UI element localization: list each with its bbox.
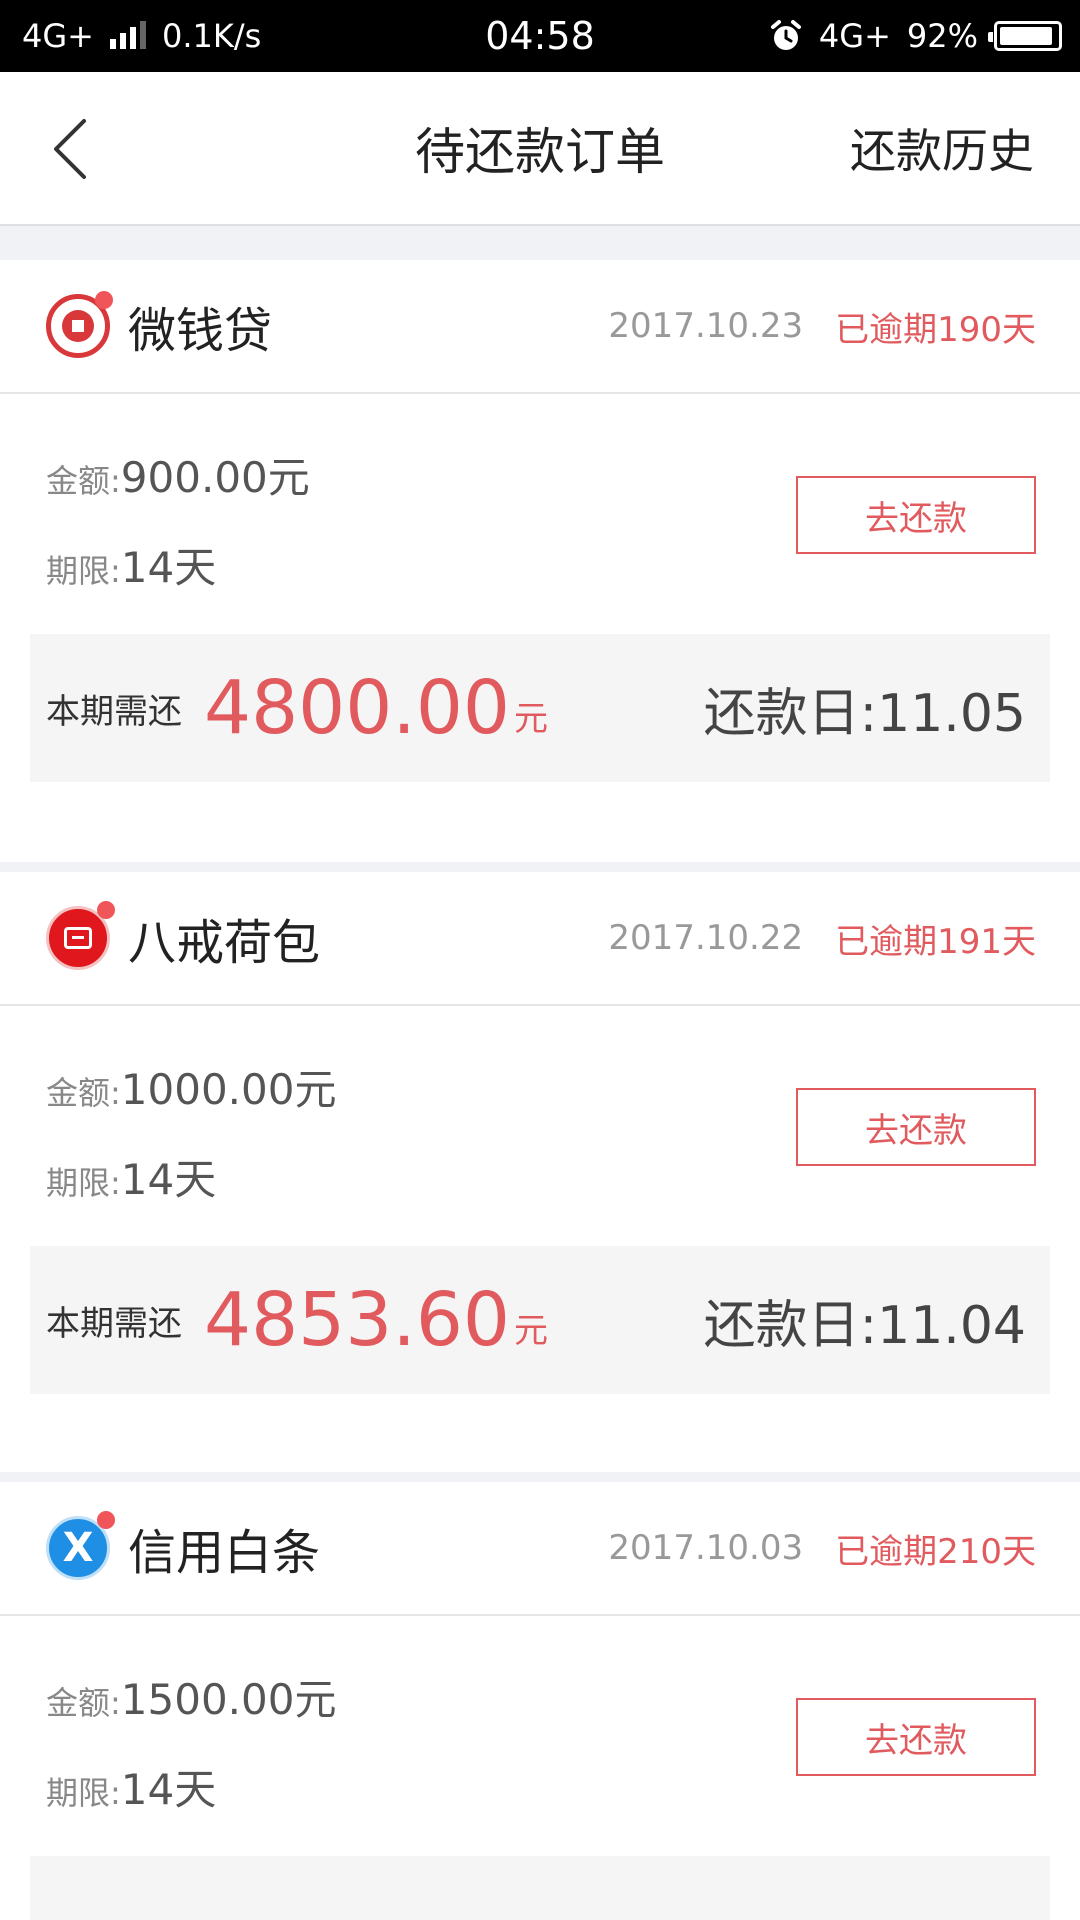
unread-dot	[97, 901, 115, 919]
loan-card-body: 金额: 1500.00元 期限: 14天 去还款	[0, 1616, 1080, 1920]
term-label: 期限:	[46, 552, 121, 590]
logo-letter: X	[62, 1525, 94, 1571]
unread-dot	[95, 291, 113, 309]
amount-label: 金额:	[46, 1074, 121, 1112]
unread-dot	[97, 1511, 115, 1529]
amount-label: 金额:	[46, 462, 121, 500]
loan-card: 微钱贷 2017.10.23 已逾期190天 金额: 900.00元 期限: 1…	[0, 260, 1080, 862]
loan-meta: 2017.10.23 已逾期190天	[608, 260, 1036, 392]
network-type-right: 4G+	[818, 17, 891, 55]
weiqiandai-logo-icon	[46, 291, 113, 358]
repay-button[interactable]: 去还款	[796, 1698, 1036, 1776]
loan-card-header: 微钱贷 2017.10.23 已逾期190天	[0, 260, 1080, 394]
loan-card-header: 八戒荷包 2017.10.22 已逾期191天	[0, 872, 1080, 1006]
loan-card-body: 金额: 1000.00元 期限: 14天 去还款 本期需还 4853.60 元 …	[0, 1006, 1080, 1510]
xinyongbaitiao-logo-icon: X	[46, 1511, 115, 1580]
nav-header: 待还款订单 还款历史	[0, 72, 1080, 226]
due-amount-value: 4853.60	[204, 1277, 511, 1363]
alarm-icon	[770, 20, 801, 50]
loan-amount: 1500.00元	[120, 1675, 337, 1724]
repay-date: 还款日:11.04	[703, 1295, 1026, 1356]
due-summary: 本期需还 4800.00 元 还款日:11.05	[30, 634, 1050, 782]
due-amount-value: 4800.00	[204, 665, 511, 751]
battery-fill	[1000, 27, 1052, 45]
battery-percent: 92%	[906, 17, 978, 55]
due-amount: 4853.60 元	[204, 1246, 548, 1394]
repay-button[interactable]: 去还款	[796, 476, 1036, 554]
loan-meta: 2017.10.22 已逾期191天	[608, 872, 1036, 1004]
network-type: 4G+	[22, 17, 94, 55]
repay-button[interactable]: 去还款	[796, 1088, 1036, 1166]
loan-card: 八戒荷包 2017.10.22 已逾期191天 金额: 1000.00元 期限:…	[0, 872, 1080, 1472]
term-label: 期限:	[46, 1164, 121, 1202]
loan-card: X 信用白条 2017.10.03 已逾期210天 金额: 1500.00元 期…	[0, 1482, 1080, 1920]
status-bar: 4G+ 0.1K/s 04:58 4G+ 92%	[0, 0, 1080, 72]
due-summary	[30, 1856, 1050, 1920]
battery-icon	[988, 21, 1062, 51]
due-label: 本期需还	[46, 691, 182, 732]
back-arrow-icon	[54, 119, 86, 179]
loan-name: 微钱贷	[128, 303, 273, 359]
signal-icon	[109, 21, 146, 49]
repayment-history-link[interactable]: 还款历史	[850, 72, 1034, 224]
loan-date: 2017.10.22	[608, 918, 804, 958]
due-amount-unit: 元	[514, 699, 549, 739]
loan-term-row: 期限: 14天	[46, 534, 216, 595]
loan-amount-row: 金额: 900.00元	[46, 444, 310, 505]
loan-amount-row: 金额: 1000.00元	[46, 1056, 336, 1117]
loan-name: 八戒荷包	[128, 915, 321, 971]
bajiehebao-logo-icon	[46, 901, 115, 970]
repay-date: 还款日:11.05	[703, 683, 1026, 744]
network-speed: 0.1K/s	[161, 17, 262, 55]
due-amount: 4800.00 元	[204, 634, 548, 782]
loan-amount: 1000.00元	[120, 1065, 337, 1114]
amount-label: 金额:	[46, 1684, 121, 1722]
loan-name: 信用白条	[128, 1525, 321, 1581]
due-summary: 本期需还 4853.60 元 还款日:11.04	[30, 1246, 1050, 1394]
loan-term: 14天	[120, 1765, 217, 1814]
loan-term: 14天	[120, 543, 217, 592]
overdue-status: 已逾期190天	[835, 309, 1036, 350]
loan-amount: 900.00元	[120, 453, 310, 502]
loan-date: 2017.10.23	[608, 306, 804, 346]
overdue-status: 已逾期191天	[835, 921, 1036, 962]
due-label: 本期需还	[46, 1303, 182, 1344]
due-amount-unit: 元	[514, 1311, 549, 1351]
status-right: 4G+ 92%	[769, 17, 1062, 55]
loan-term-row: 期限: 14天	[46, 1146, 216, 1207]
status-left: 4G+ 0.1K/s	[22, 17, 261, 55]
overdue-status: 已逾期210天	[835, 1531, 1036, 1572]
loan-term-row: 期限: 14天	[46, 1756, 216, 1817]
loan-card-body: 金额: 900.00元 期限: 14天 去还款 本期需还 4800.00 元 还…	[0, 394, 1080, 898]
loan-amount-row: 金额: 1500.00元	[46, 1666, 336, 1727]
loan-card-header: X 信用白条 2017.10.03 已逾期210天	[0, 1482, 1080, 1616]
back-button[interactable]	[40, 117, 100, 181]
term-label: 期限:	[46, 1774, 121, 1812]
loan-term: 14天	[120, 1155, 217, 1204]
loan-date: 2017.10.03	[608, 1528, 804, 1568]
loan-meta: 2017.10.03 已逾期210天	[608, 1482, 1036, 1614]
status-time: 04:58	[485, 14, 595, 58]
